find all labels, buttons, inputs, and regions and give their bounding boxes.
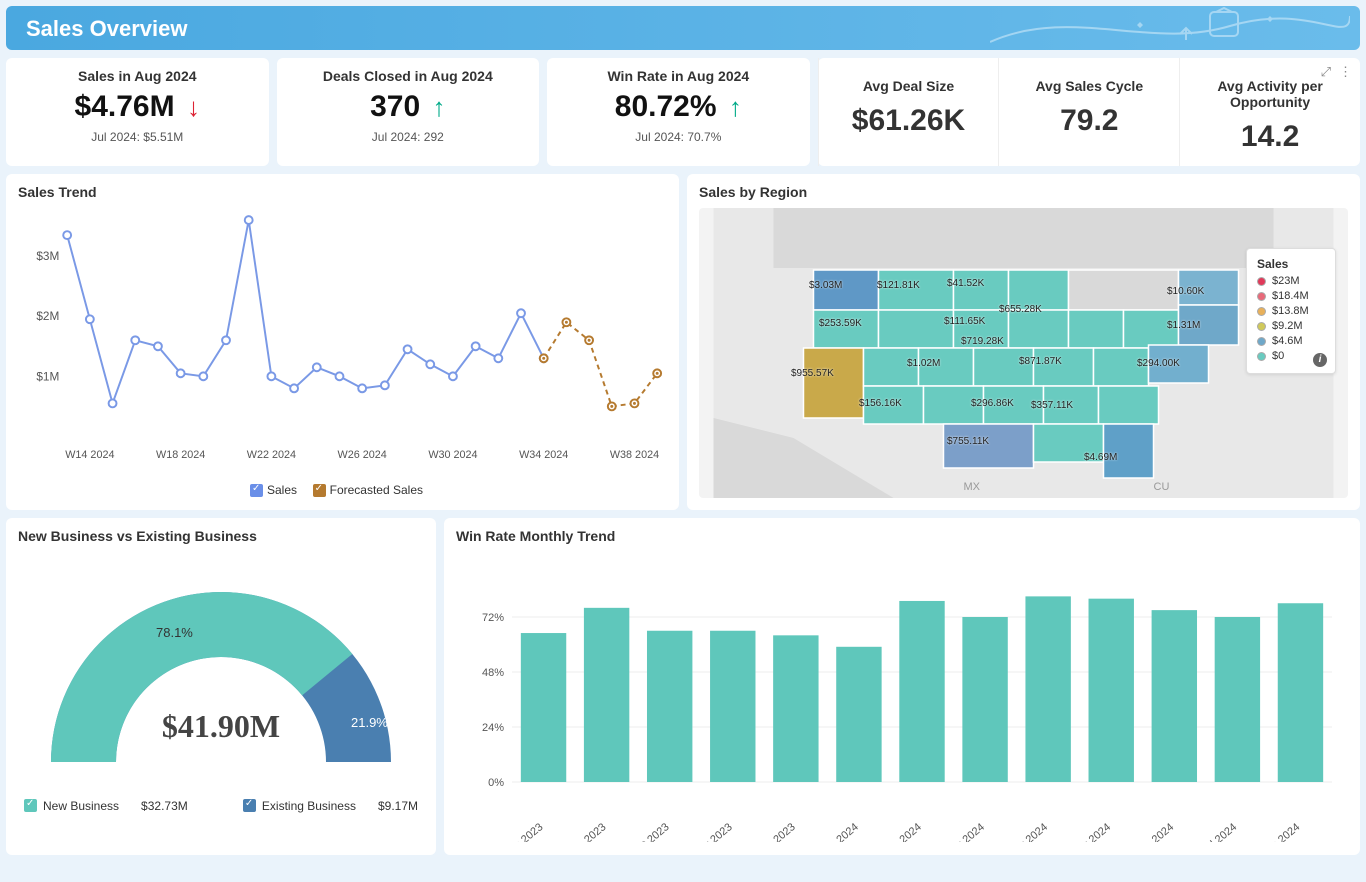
new-vs-existing-panel: New Business vs Existing Business 78.1% … (6, 518, 436, 855)
kpi-deals[interactable]: Deals Closed in Aug 2024 370 ↑ Jul 2024:… (277, 58, 540, 166)
legend-swatch-icon (250, 484, 263, 497)
svg-text:21.9%: 21.9% (351, 715, 388, 730)
svg-text:Aug 2023: Aug 2023 (502, 821, 546, 842)
svg-text:72%: 72% (482, 612, 504, 624)
kpi-title: Win Rate in Aug 2024 (555, 68, 802, 84)
page-header: Sales Overview (6, 6, 1360, 50)
kpi-avg-deal[interactable]: Avg Deal Size $61.26K (818, 58, 999, 166)
svg-text:Feb 2024: Feb 2024 (881, 821, 924, 842)
svg-text:0%: 0% (488, 777, 504, 789)
kpi-avg-cycle[interactable]: Avg Sales Cycle 79.2 (998, 58, 1179, 166)
trend-legend: Sales Forecasted Sales (18, 483, 667, 500)
trend-down-icon: ↓ (187, 92, 200, 122)
map-value: $3.03M (809, 280, 842, 291)
svg-text:W22 2024: W22 2024 (247, 449, 296, 461)
gauge-chart[interactable]: 78.1% 21.9% $41.90M (18, 552, 424, 792)
svg-text:W34 2024: W34 2024 (519, 449, 568, 461)
svg-text:$3M: $3M (36, 249, 59, 263)
kpi-winrate[interactable]: Win Rate in Aug 2024 80.72% ↑ Jul 2024: … (547, 58, 810, 166)
kpi-title: Sales in Aug 2024 (14, 68, 261, 84)
svg-text:W30 2024: W30 2024 (428, 449, 477, 461)
kpi-value: $4.76M ↓ (14, 90, 261, 124)
kpi-group-right: ⤢ ⋮ Avg Deal Size $61.26K Avg Sales Cycl… (818, 58, 1360, 166)
map-value: $253.59K (819, 318, 862, 329)
svg-text:W14 2024: W14 2024 (65, 449, 114, 461)
kpi-prev: Jul 2024: 292 (285, 130, 532, 144)
more-icon[interactable]: ⋮ (1339, 64, 1352, 80)
kpi-value: 80.72% ↑ (555, 90, 802, 124)
panel-title: Win Rate Monthly Trend (456, 528, 1348, 544)
svg-text:W18 2024: W18 2024 (156, 449, 205, 461)
svg-text:W38 2024: W38 2024 (610, 449, 659, 461)
sales-region-panel: Sales by Region (687, 174, 1360, 510)
map-value: $121.81K (877, 280, 920, 291)
map-value: $871.87K (1019, 356, 1062, 367)
kpi-sales[interactable]: Sales in Aug 2024 $4.76M ↓ Jul 2024: $5.… (6, 58, 269, 166)
svg-text:Jun 2024: Jun 2024 (1134, 821, 1176, 842)
map-value: $4.69M (1084, 452, 1117, 463)
map-value: $41.52K (947, 278, 984, 289)
map-value: $357.11K (1031, 400, 1073, 411)
trend-up-icon: ↑ (729, 92, 742, 122)
legend-swatch-icon (24, 799, 37, 812)
map-value: $1.31M (1167, 320, 1200, 331)
svg-text:Oct 2023: Oct 2023 (630, 821, 672, 842)
svg-text:May 2024: May 2024 (1068, 821, 1113, 842)
cu-label: CU (1154, 481, 1170, 493)
map-value: $655.28K (999, 304, 1042, 315)
legend-swatch-icon (313, 484, 326, 497)
card-actions: ⤢ ⋮ (1321, 64, 1352, 80)
map-value: $719.28K (961, 336, 1004, 347)
kpi-value: 370 ↑ (285, 90, 532, 124)
panel-title: New Business vs Existing Business (18, 528, 424, 544)
svg-text:W26 2024: W26 2024 (338, 449, 387, 461)
svg-text:48%: 48% (482, 667, 504, 679)
map-color-legend: Sales $23M $18.4M $13.8M $9.2M $4.6M $0 … (1246, 248, 1336, 374)
kpi-title: Deals Closed in Aug 2024 (285, 68, 532, 84)
panel-title: Sales by Region (699, 184, 1348, 200)
svg-text:78.1%: 78.1% (156, 625, 193, 640)
winrate-trend-panel: Win Rate Monthly Trend 0% 24% 48% 72% Aug 20… (444, 518, 1360, 855)
svg-text:Nov 2023: Nov 2023 (691, 821, 735, 842)
svg-text:$2M: $2M (36, 309, 59, 323)
sales-trend-panel: Sales Trend $1M $2M $3M W14 2024 W18 2024 W22… (6, 174, 679, 510)
kpi-row: Sales in Aug 2024 $4.76M ↓ Jul 2024: $5.… (0, 58, 1366, 166)
map-value: $156.16K (859, 398, 902, 409)
svg-text:Sep 2023: Sep 2023 (565, 821, 609, 842)
svg-text:Mar 2024: Mar 2024 (944, 821, 987, 842)
winrate-bar-chart[interactable]: 0% 24% 48% 72% Aug 2023 Sep 2023 Oct 2023 Nov 2… (456, 552, 1348, 842)
map-value: $955.57K (791, 368, 834, 379)
map-value: $1.02M (907, 358, 940, 369)
kpi-prev: Jul 2024: 70.7% (555, 130, 802, 144)
map-value: $294.00K (1137, 358, 1180, 369)
gauge-legend: New Business $32.73M Existing Business $… (18, 799, 424, 813)
sales-trend-chart[interactable]: $1M $2M $3M W14 2024 W18 2024 W22 2024 W26 202… (18, 208, 667, 478)
page-title: Sales Overview (26, 16, 187, 41)
expand-icon[interactable]: ⤢ (1321, 64, 1331, 80)
svg-text:$1M: $1M (36, 369, 59, 383)
legend-forecast[interactable]: Forecasted Sales (313, 483, 423, 497)
trend-up-icon: ↑ (433, 92, 446, 122)
map-value: $296.86K (971, 398, 1014, 409)
svg-text:Aug 2024: Aug 2024 (1259, 821, 1303, 842)
kpi-prev: Jul 2024: $5.51M (14, 130, 261, 144)
legend-swatch-icon (243, 799, 256, 812)
info-icon[interactable]: i (1313, 353, 1327, 367)
svg-text:Apr 2024: Apr 2024 (1008, 821, 1050, 842)
svg-text:24%: 24% (482, 722, 504, 734)
map-value: $755.11K (947, 436, 989, 447)
panel-title: Sales Trend (18, 184, 667, 200)
header-decoration (990, 6, 1350, 50)
gauge-total: $41.90M (162, 708, 280, 744)
mx-label: MX (964, 481, 981, 493)
region-map[interactable]: MX CU $3.03M $121.81K $41.52K $655.28K $… (699, 208, 1348, 498)
svg-text:Jul 2024: Jul 2024 (1200, 821, 1240, 842)
map-value: $111.65K (944, 316, 985, 327)
map-value: $10.60K (1167, 286, 1204, 297)
svg-text:Dec 2023: Dec 2023 (754, 821, 798, 842)
legend-sales[interactable]: Sales (250, 483, 297, 497)
svg-text:Jan 2024: Jan 2024 (818, 821, 860, 842)
